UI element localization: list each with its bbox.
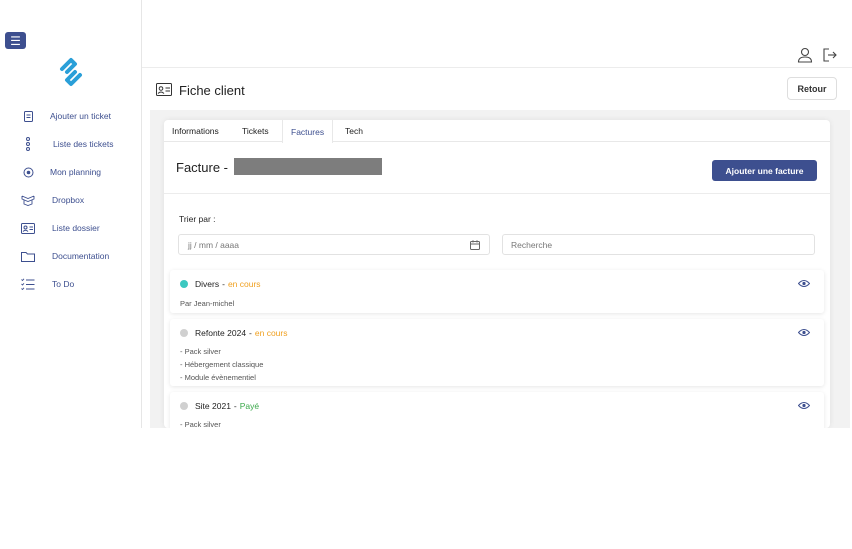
invoice-line: - Pack silver bbox=[180, 420, 221, 428]
tab-tech[interactable]: Tech bbox=[337, 120, 371, 142]
checklist-icon bbox=[18, 277, 38, 291]
id-card-icon bbox=[18, 221, 38, 235]
sidebar-item-liste-tickets[interactable]: Liste des tickets bbox=[18, 134, 113, 154]
document-icon bbox=[18, 109, 38, 123]
folder-icon bbox=[18, 249, 38, 263]
calendar-icon[interactable] bbox=[470, 240, 480, 250]
invoice-status: en cours bbox=[254, 328, 288, 338]
logout-icon[interactable] bbox=[822, 47, 838, 63]
sidebar-item-label: Dropbox bbox=[52, 195, 85, 205]
client-card: Informations Tickets Factures Tech Factu… bbox=[164, 120, 830, 428]
target-icon bbox=[18, 165, 38, 179]
tab-informations[interactable]: Informations bbox=[164, 120, 227, 142]
invoice-line: - Pack silver bbox=[180, 347, 221, 356]
sidebar-item-label: Documentation bbox=[52, 251, 110, 261]
tab-bar: Informations Tickets Factures Tech bbox=[164, 120, 830, 143]
invoice-status: en cours bbox=[227, 279, 261, 289]
sidebar-item-documentation[interactable]: Documentation bbox=[18, 246, 109, 266]
sidebar-item-ajouter-ticket[interactable]: Ajouter un ticket bbox=[18, 106, 111, 126]
sidebar-item-label: To Do bbox=[52, 279, 75, 289]
dropbox-icon bbox=[18, 193, 38, 207]
add-invoice-button[interactable]: Ajouter une facture bbox=[712, 160, 817, 181]
sidebar-item-label: Ajouter un ticket bbox=[50, 111, 111, 121]
divider bbox=[164, 193, 830, 194]
invoice-header: Site 2021 - Payé bbox=[180, 400, 259, 412]
eye-icon[interactable] bbox=[798, 279, 810, 288]
app-window: ☰ Ajouter un ticket Liste des tickets Mo… bbox=[0, 0, 852, 428]
redacted-client-name bbox=[234, 158, 382, 175]
user-icon[interactable] bbox=[797, 47, 813, 63]
date-placeholder: jj / mm / aaaa bbox=[188, 239, 240, 250]
sidebar-item-label: Mon planning bbox=[50, 167, 102, 177]
search-placeholder: Recherche bbox=[511, 239, 553, 250]
status-dot bbox=[180, 329, 188, 337]
sidebar-item-label: Liste des tickets bbox=[53, 139, 114, 149]
invoice-name: Divers bbox=[195, 279, 220, 289]
dots-vertical-icon bbox=[18, 137, 38, 151]
sidebar-item-liste-dossier[interactable]: Liste dossier bbox=[18, 218, 100, 238]
invoice-item[interactable]: Divers - en cours Par Jean-michel bbox=[170, 270, 824, 313]
status-dot bbox=[180, 402, 188, 410]
id-card-icon bbox=[156, 83, 172, 96]
status-dot bbox=[180, 280, 188, 288]
invoice-header: Refonte 2024 - en cours bbox=[180, 327, 288, 339]
search-input[interactable]: Recherche bbox=[502, 234, 815, 255]
hamburger-icon: ☰ bbox=[10, 33, 21, 48]
separator: - bbox=[249, 328, 252, 338]
invoice-name: Refonte 2024 bbox=[195, 328, 247, 338]
sidebar-item-label: Liste dossier bbox=[52, 223, 100, 233]
menu-toggle-button[interactable]: ☰ bbox=[5, 32, 26, 49]
separator: - bbox=[222, 279, 225, 289]
logo-icon bbox=[60, 58, 82, 86]
invoice-item[interactable]: Site 2021 - Payé - Pack silver bbox=[170, 392, 824, 428]
retour-button[interactable]: Retour bbox=[787, 77, 837, 100]
page-title: Fiche client bbox=[179, 83, 245, 98]
invoice-status: Payé bbox=[239, 401, 260, 411]
sidebar: ☰ Ajouter un ticket Liste des tickets Mo… bbox=[0, 0, 142, 428]
invoice-line: - Module évènementiel bbox=[180, 373, 256, 382]
tab-factures[interactable]: Factures bbox=[282, 120, 334, 143]
eye-icon[interactable] bbox=[798, 401, 810, 410]
facture-title: Facture - bbox=[176, 160, 229, 175]
invoice-line: Par Jean-michel bbox=[180, 299, 235, 308]
sidebar-item-mon-planning[interactable]: Mon planning bbox=[18, 162, 101, 182]
sort-label: Trier par : bbox=[179, 214, 216, 224]
invoice-name: Site 2021 bbox=[195, 401, 231, 411]
top-bar bbox=[142, 0, 852, 68]
invoice-item[interactable]: Refonte 2024 - en cours - Pack silver - … bbox=[170, 319, 824, 386]
separator: - bbox=[233, 401, 237, 411]
sidebar-item-dropbox[interactable]: Dropbox bbox=[18, 190, 84, 210]
sidebar-item-todo[interactable]: To Do bbox=[18, 274, 74, 294]
invoice-header: Divers - en cours bbox=[180, 278, 261, 290]
page-header: Fiche client Retour bbox=[142, 68, 852, 110]
eye-icon[interactable] bbox=[798, 328, 810, 337]
date-filter-input[interactable]: jj / mm / aaaa bbox=[178, 234, 490, 255]
tab-tickets[interactable]: Tickets bbox=[234, 120, 277, 142]
invoice-line: - Hébergement classique bbox=[180, 360, 264, 369]
